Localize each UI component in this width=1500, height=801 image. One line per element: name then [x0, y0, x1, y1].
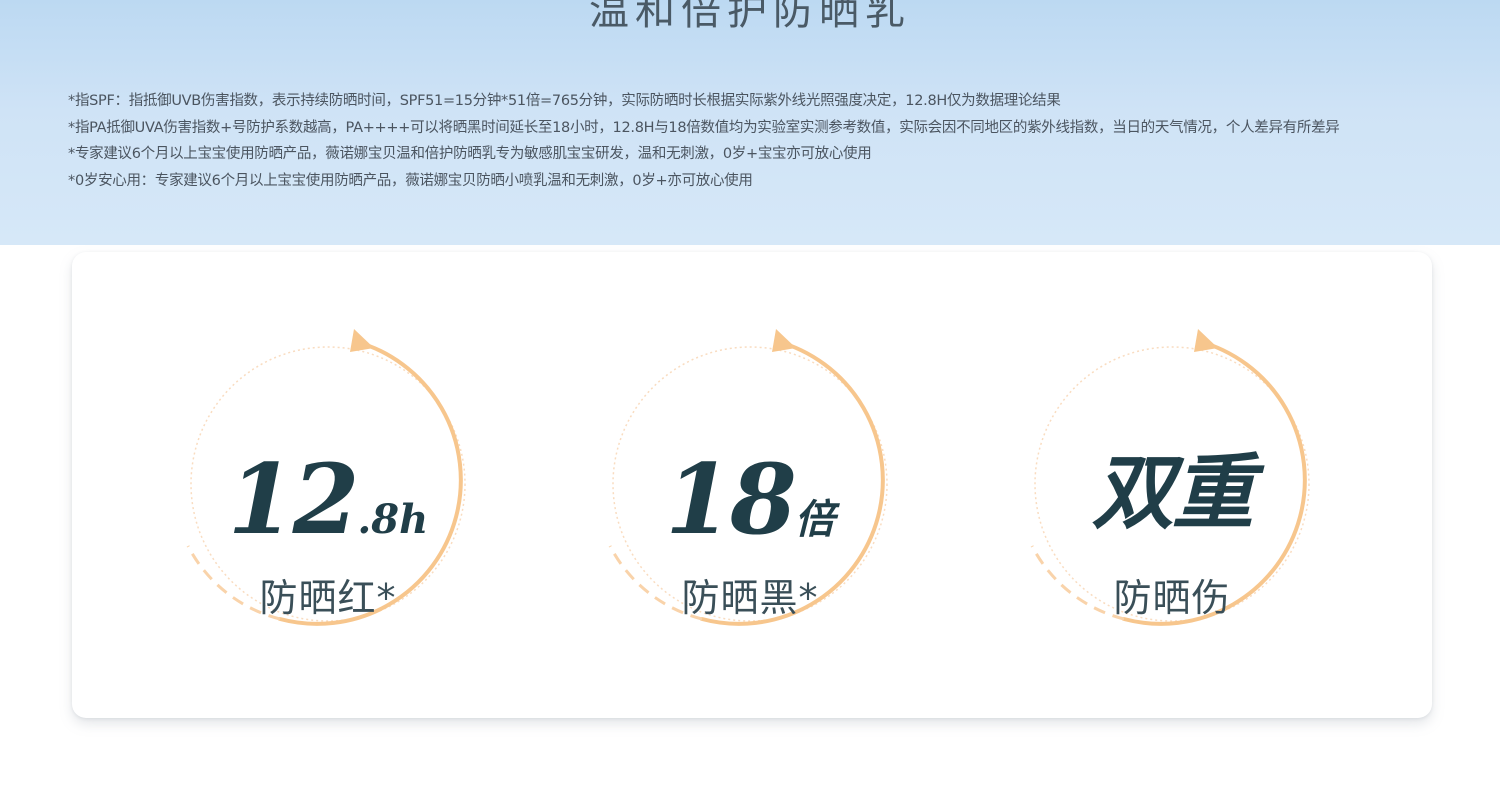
stat-value-suffix: 倍 [794, 496, 835, 543]
footnote-spf: *指SPF：指抵御UVB伤害指数，表示持续防晒时间，SPF51=15分钟*51倍… [68, 93, 1061, 109]
footnotes: *指SPF：指抵御UVB伤害指数，表示持续防晒时间，SPF51=15分钟*51倍… [68, 88, 1438, 194]
stat-value-main: 12 [227, 443, 360, 556]
stat-value-suffix: .8h [357, 496, 429, 543]
stat-label: 防晒黑* [681, 576, 819, 620]
stat-label: 防晒伤 [1113, 576, 1231, 620]
footnote-pa: *指PA抵御UVA伤害指数+号防护系数越高，PA++++可以将晒黑时间延长至18… [68, 119, 1340, 136]
stat-sunburn-hours: 12.8h 防晒红* [178, 314, 478, 634]
stat-value-main: 双重 [1092, 445, 1254, 541]
stat-value-main: 18 [665, 443, 797, 556]
stat-tan-times: 18倍 防晒黑* [600, 314, 900, 634]
stat-label: 防晒红* [259, 576, 397, 620]
stat-value: 双重 [1022, 452, 1322, 534]
footnote-age-advice: *专家建议6个月以上宝宝使用防晒产品，薇诺娜宝贝温和倍护防晒乳专为敏感肌宝宝研发… [68, 146, 872, 162]
stat-value: 18倍 [600, 452, 900, 548]
stats-card: 12.8h 防晒红* 18倍 防晒黑* 双重 防晒伤 [72, 252, 1432, 718]
banner-title: 温和倍护防晒乳 [589, 0, 911, 34]
top-banner: 温和倍护防晒乳 *指SPF：指抵御UVB伤害指数，表示持续防晒时间，SPF51=… [0, 0, 1500, 245]
stat-dual-protection: 双重 防晒伤 [1022, 314, 1322, 634]
footnote-zero-age: *0岁安心用：专家建议6个月以上宝宝使用防晒产品，薇诺娜宝贝防晒小喷乳温和无刺激… [68, 172, 753, 189]
stat-value: 12.8h [178, 452, 478, 548]
